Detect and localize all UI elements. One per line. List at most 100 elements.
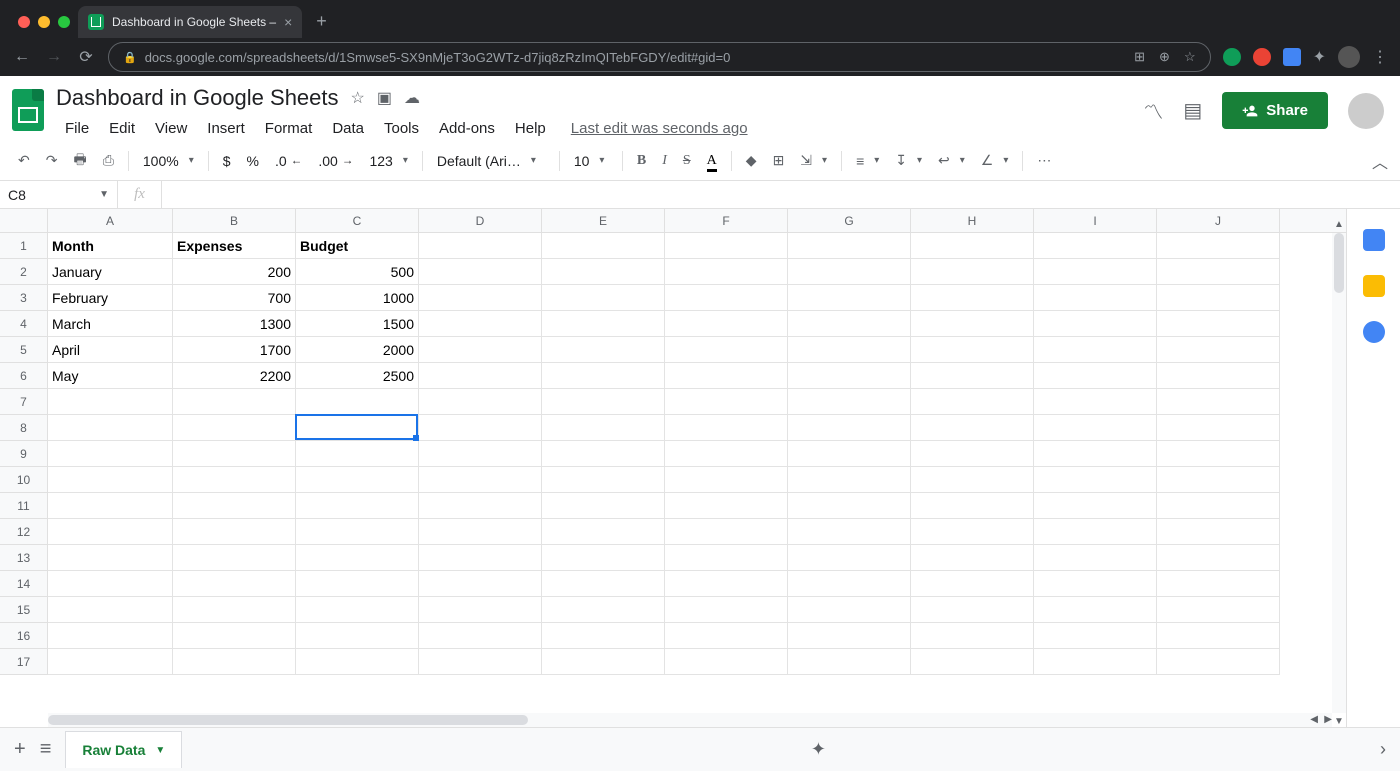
row-header[interactable]: 2 bbox=[0, 259, 48, 285]
wrap-button[interactable]: ↩ bbox=[932, 148, 971, 173]
cell[interactable] bbox=[419, 233, 542, 259]
spreadsheet-grid[interactable]: ABCDEFGHIJ 1MonthExpensesBudget2January2… bbox=[0, 209, 1346, 727]
cell[interactable] bbox=[296, 441, 419, 467]
row-header[interactable]: 16 bbox=[0, 623, 48, 649]
row-header[interactable]: 14 bbox=[0, 571, 48, 597]
cell[interactable] bbox=[665, 311, 788, 337]
cell[interactable] bbox=[1034, 285, 1157, 311]
sheets-logo-icon[interactable] bbox=[8, 84, 48, 136]
cell[interactable] bbox=[788, 233, 911, 259]
cell[interactable] bbox=[173, 415, 296, 441]
cell[interactable] bbox=[296, 519, 419, 545]
decrease-decimal-button[interactable]: .0← bbox=[269, 149, 308, 173]
cell[interactable] bbox=[296, 389, 419, 415]
cell[interactable] bbox=[665, 389, 788, 415]
cell[interactable] bbox=[788, 259, 911, 285]
cell[interactable] bbox=[911, 597, 1034, 623]
cell[interactable] bbox=[1034, 467, 1157, 493]
row-header[interactable]: 1 bbox=[0, 233, 48, 259]
column-header[interactable]: G bbox=[788, 209, 911, 232]
activity-icon[interactable]: 〽 bbox=[1143, 96, 1163, 125]
cell[interactable] bbox=[542, 233, 665, 259]
column-header[interactable]: J bbox=[1157, 209, 1280, 232]
cell[interactable] bbox=[542, 519, 665, 545]
print-button[interactable]: 🖶 bbox=[67, 145, 92, 177]
cell[interactable] bbox=[665, 259, 788, 285]
cell[interactable] bbox=[1157, 623, 1280, 649]
cell[interactable] bbox=[665, 571, 788, 597]
cell[interactable]: Expenses bbox=[173, 233, 296, 259]
cell[interactable] bbox=[419, 571, 542, 597]
fill-color-button[interactable]: ◆ bbox=[740, 148, 763, 173]
row-header[interactable]: 9 bbox=[0, 441, 48, 467]
cell[interactable] bbox=[1157, 597, 1280, 623]
italic-button[interactable]: I bbox=[656, 149, 673, 173]
cell[interactable] bbox=[48, 545, 173, 571]
cell[interactable] bbox=[1157, 285, 1280, 311]
cell[interactable] bbox=[788, 311, 911, 337]
cell[interactable] bbox=[48, 571, 173, 597]
row-header[interactable]: 7 bbox=[0, 389, 48, 415]
scroll-thumb[interactable] bbox=[48, 715, 528, 725]
cell[interactable] bbox=[911, 571, 1034, 597]
more-toolbar-button[interactable]: ⋯ bbox=[1031, 148, 1057, 173]
row-header[interactable]: 15 bbox=[0, 597, 48, 623]
cell[interactable] bbox=[1034, 597, 1157, 623]
cell[interactable] bbox=[296, 415, 419, 441]
cell[interactable] bbox=[48, 597, 173, 623]
name-box[interactable]: C8 ▼ bbox=[0, 181, 118, 208]
column-header[interactable]: A bbox=[48, 209, 173, 232]
row-header[interactable]: 13 bbox=[0, 545, 48, 571]
cell[interactable] bbox=[1157, 519, 1280, 545]
formula-input[interactable] bbox=[162, 181, 1400, 208]
cloud-status-icon[interactable]: ☁ bbox=[404, 88, 420, 108]
install-app-icon[interactable]: ⊞ bbox=[1134, 49, 1145, 65]
cell[interactable] bbox=[419, 337, 542, 363]
cell[interactable] bbox=[1157, 233, 1280, 259]
cell[interactable]: April bbox=[48, 337, 173, 363]
row-header[interactable]: 6 bbox=[0, 363, 48, 389]
browser-menu-icon[interactable]: ⋮ bbox=[1372, 47, 1388, 67]
cell[interactable] bbox=[911, 467, 1034, 493]
cell[interactable] bbox=[911, 363, 1034, 389]
borders-button[interactable]: ⊞ bbox=[767, 148, 791, 173]
cell[interactable] bbox=[542, 467, 665, 493]
menu-view[interactable]: View bbox=[146, 116, 196, 141]
cell[interactable] bbox=[665, 337, 788, 363]
cell[interactable]: 500 bbox=[296, 259, 419, 285]
cell[interactable] bbox=[665, 623, 788, 649]
cell[interactable]: 1700 bbox=[173, 337, 296, 363]
last-edit-link[interactable]: Last edit was seconds ago bbox=[571, 120, 748, 137]
column-header[interactable]: E bbox=[542, 209, 665, 232]
cell[interactable] bbox=[911, 519, 1034, 545]
cell[interactable] bbox=[542, 285, 665, 311]
rotate-button[interactable]: ∠ bbox=[975, 148, 1015, 173]
keep-icon[interactable] bbox=[1363, 275, 1385, 297]
cell[interactable] bbox=[173, 467, 296, 493]
cell[interactable] bbox=[1157, 415, 1280, 441]
cell[interactable]: 2500 bbox=[296, 363, 419, 389]
cell[interactable] bbox=[419, 441, 542, 467]
cell[interactable] bbox=[48, 441, 173, 467]
horizontal-scrollbar[interactable]: ◀ ▶ bbox=[48, 713, 1332, 727]
cell[interactable] bbox=[296, 623, 419, 649]
cell[interactable] bbox=[788, 441, 911, 467]
currency-button[interactable]: $ bbox=[217, 149, 237, 173]
cell[interactable] bbox=[542, 311, 665, 337]
column-header[interactable]: C bbox=[296, 209, 419, 232]
cell[interactable] bbox=[419, 597, 542, 623]
cell[interactable] bbox=[788, 571, 911, 597]
cell[interactable] bbox=[665, 649, 788, 675]
cell[interactable] bbox=[173, 389, 296, 415]
extension-icon[interactable] bbox=[1283, 48, 1301, 66]
cell[interactable] bbox=[1034, 545, 1157, 571]
close-tab-icon[interactable]: × bbox=[284, 15, 292, 29]
close-window-icon[interactable] bbox=[18, 16, 30, 28]
cell[interactable] bbox=[1157, 649, 1280, 675]
cell[interactable] bbox=[48, 623, 173, 649]
cell[interactable]: Budget bbox=[296, 233, 419, 259]
cell[interactable] bbox=[542, 363, 665, 389]
share-button[interactable]: Share bbox=[1222, 92, 1328, 129]
reload-button[interactable]: ⟳ bbox=[76, 47, 96, 67]
cell[interactable] bbox=[665, 233, 788, 259]
